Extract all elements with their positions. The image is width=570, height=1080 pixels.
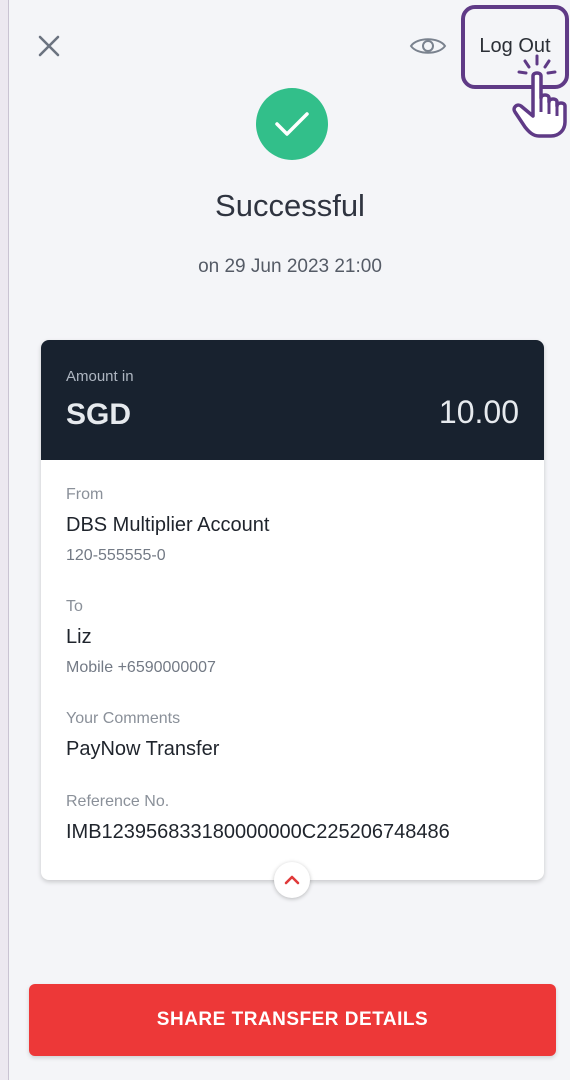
comments-value: PayNow Transfer	[66, 738, 220, 760]
to-recipient-name: Liz	[66, 626, 92, 648]
share-button-label: SHARE TRANSFER DETAILS	[156, 1009, 429, 1030]
comments-label: Your Comments	[66, 710, 181, 727]
transfer-details-card: Amount in SGD 10.00 From DBS Multiplier …	[41, 340, 544, 898]
to-section: To Liz Mobile +6590000007	[66, 598, 216, 677]
amount-header: Amount in SGD 10.00	[41, 340, 544, 460]
status-date: on 29 Jun 2023 21:00	[198, 256, 382, 277]
amount-label: Amount in	[66, 368, 134, 385]
reference-label: Reference No.	[66, 793, 170, 810]
success-check-badge	[256, 88, 328, 160]
collapse-details-button[interactable]	[274, 862, 310, 898]
from-section: From DBS Multiplier Account 120-555555-0	[66, 486, 269, 565]
comments-section: Your Comments PayNow Transfer	[66, 710, 219, 761]
close-icon	[38, 35, 60, 57]
transfer-success-screen: Log Out Successful on 29 Jun 2023 21:00 …	[8, 0, 570, 1080]
to-recipient-mobile: Mobile +6590000007	[66, 659, 216, 676]
logout-label: Log Out	[479, 35, 551, 57]
logout-button[interactable]: Log Out	[461, 5, 569, 89]
status-title: Successful	[215, 188, 365, 223]
reference-number: IMB123956833180000000C225206748486	[66, 821, 450, 843]
chevron-up-icon	[284, 875, 300, 885]
show-balance-button[interactable]	[407, 28, 449, 64]
from-label: From	[66, 486, 104, 503]
close-button[interactable]	[31, 28, 67, 64]
reference-section: Reference No. IMB123956833180000000C2252…	[66, 793, 450, 844]
from-account-name: DBS Multiplier Account	[66, 514, 270, 536]
to-label: To	[66, 598, 83, 615]
amount-value: 10.00	[438, 394, 519, 430]
check-icon	[275, 112, 309, 136]
from-account-number: 120-555555-0	[66, 547, 166, 564]
amount-currency: SGD	[66, 398, 132, 431]
share-transfer-details-button[interactable]: SHARE TRANSFER DETAILS	[29, 984, 556, 1056]
eye-icon	[409, 38, 447, 54]
